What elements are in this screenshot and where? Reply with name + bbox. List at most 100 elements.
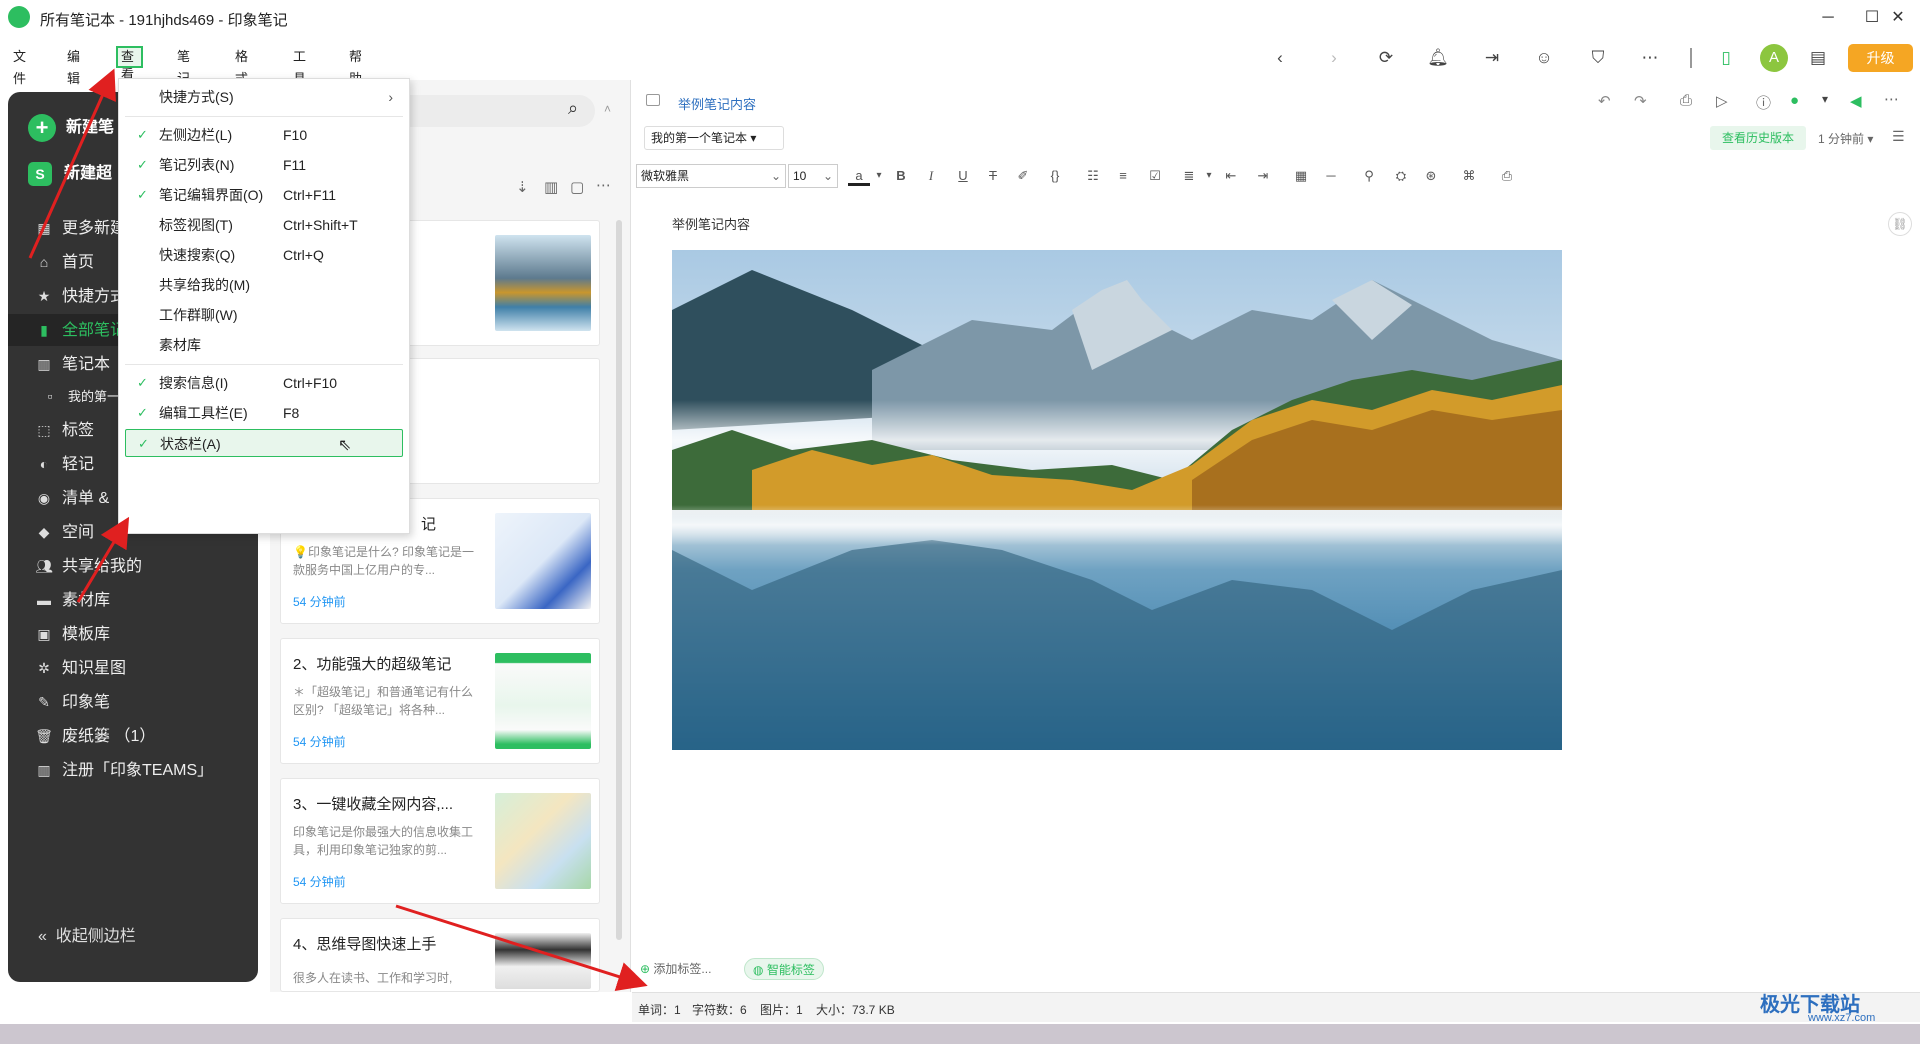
info-icon[interactable]: ⓘ (1756, 92, 1771, 113)
note-card[interactable]: 4、思维导图快速上手 很多人在读书、工作和学习时, (280, 918, 600, 992)
menu-item-note-list[interactable]: ✓ 笔记列表(N) F11 (125, 151, 403, 179)
sidebar-item-teams[interactable]: ▥ 注册「印象TEAMS」 (8, 754, 258, 786)
share-user-icon[interactable]: ● (1790, 92, 1799, 109)
lock-icon[interactable]: ▢ (570, 178, 584, 196)
history-button[interactable]: 查看历史版本 (1710, 126, 1806, 150)
note-card[interactable]: 2、功能强大的超级笔记 ＊「超级笔记」和普通笔记有什么区别? 「超级笔记」将各种… (280, 638, 600, 764)
caret-down-icon[interactable]: ▾ (1822, 92, 1828, 106)
font-family-select[interactable]: 微软雅黑 ⌄ (636, 164, 786, 188)
avatar[interactable]: A (1760, 44, 1788, 72)
menu-item-note-editor[interactable]: ✓ 笔记编辑界面(O) Ctrl+F11 (125, 181, 403, 209)
numbered-list-icon[interactable]: ≡ (1112, 164, 1134, 188)
sidebar-item-materials[interactable]: ▬ 素材库 (8, 584, 258, 616)
menu-tools[interactable]: 工具(T) (290, 46, 313, 108)
divider-line-icon[interactable]: ─ (1320, 164, 1342, 188)
bold-icon[interactable]: B (890, 164, 912, 188)
search-icon[interactable]: ⌕ (568, 98, 578, 119)
image-icon[interactable]: ⛭ (1390, 164, 1412, 188)
chevron-down-icon: ⌄ (822, 169, 833, 183)
attachment-icon[interactable]: ⚲ (1358, 164, 1380, 188)
sidebar-item-shared[interactable]: 👥︎ 共享给我的 (8, 550, 258, 582)
phone-icon[interactable]: ▯ (1712, 44, 1740, 72)
sort-icon[interactable]: ⇣ (516, 178, 529, 196)
strikethrough-icon[interactable]: T (982, 164, 1004, 188)
note-body-text[interactable]: 举例笔记内容 (672, 214, 750, 233)
emoji-icon[interactable]: ☺ (1530, 44, 1558, 72)
sidebar-item-pen[interactable]: ✎ 印象笔 (8, 686, 258, 718)
note-card[interactable]: 3、一键收藏全网内容,... 印象笔记是你最强大的信息收集工具，利用印象笔记独家… (280, 778, 600, 904)
menu-item-edit-toolbar[interactable]: ✓ 编辑工具栏(E) F8 (125, 399, 403, 427)
chat-icon[interactable]: ⋯ (1636, 44, 1664, 72)
font-size-value: 10 (793, 169, 807, 183)
caret-down-icon[interactable]: ▾ (868, 164, 890, 188)
align-icon[interactable]: ≣ (1178, 164, 1200, 188)
note-list-scrollbar[interactable] (616, 220, 622, 940)
sidebar-item-trash[interactable]: 🗑︎ 废纸篓 （1） (8, 720, 258, 752)
table-icon[interactable]: ▦ (1290, 164, 1312, 188)
highlight-icon[interactable]: ✐ (1012, 164, 1034, 188)
collapse-sidebar-button[interactable]: « 收起侧边栏 (38, 922, 136, 946)
outdent-icon[interactable]: ⇤ (1220, 164, 1242, 188)
menu-note[interactable]: 笔记(N) (174, 46, 198, 108)
add-tag-button[interactable]: ⊕ 添加标签... (640, 958, 711, 980)
undo-icon[interactable]: ↶ (1598, 92, 1611, 110)
checkbox-list-icon[interactable]: ☑ (1144, 164, 1166, 188)
italic-icon[interactable]: I (920, 164, 942, 188)
code-icon[interactable]: {} (1044, 164, 1066, 188)
close-button[interactable]: ✕ (1876, 4, 1920, 32)
modified-time[interactable]: 1 分钟前 ▾ (1818, 130, 1873, 147)
view-icon[interactable]: ▥ (544, 178, 558, 196)
menu-item-left-sidebar[interactable]: ✓ 左侧边栏(L) F10 (125, 121, 403, 149)
font-color-icon[interactable]: a (848, 164, 870, 186)
present-icon[interactable]: ▷ (1716, 92, 1728, 110)
smart-tag-button[interactable]: ◍ 智能标签 (744, 958, 824, 980)
indent-icon[interactable]: ⇥ (1252, 164, 1274, 188)
menu-item-status-bar[interactable]: ✓ 状态栏(A) ⇖ (125, 429, 403, 457)
menu-item-shortcuts[interactable]: 快捷方式(S) › (125, 83, 403, 111)
sidebar-item-knowledge-graph[interactable]: ✲ 知识星图 (8, 652, 258, 684)
notebook-selector[interactable]: 我的第一个笔记本 ▾ (644, 126, 784, 150)
menu-item-search-info[interactable]: ✓ 搜索信息(I) Ctrl+F10 (125, 369, 403, 397)
print-icon[interactable]: ⎙ (1680, 92, 1692, 109)
menu-item-label: 素材库 (159, 337, 201, 353)
more-icon[interactable]: ⋯ (596, 176, 611, 194)
sidebar-item-templates[interactable]: ▣ 模板库 (8, 618, 258, 650)
image-count: 图片：1 (760, 1003, 803, 1017)
note-image[interactable] (672, 250, 1562, 750)
link-side-icon[interactable]: ⛓ (1888, 212, 1912, 236)
menu-edit[interactable]: 编辑(E) (64, 46, 87, 108)
menu-file[interactable]: 文件(F) (10, 46, 33, 108)
menu-view[interactable]: 查看(V) (116, 46, 144, 100)
editor-more-icon[interactable]: ⋯ (1884, 90, 1899, 108)
share-icon[interactable]: ◀ (1850, 92, 1862, 110)
menu-item-shared-with-me[interactable]: 共享给我的(M) (125, 271, 403, 299)
encrypt-icon[interactable]: ⎙ (1496, 164, 1518, 188)
menu-item-tag-view[interactable]: 标签视图(T) Ctrl+Shift+T (125, 211, 403, 239)
minimize-button[interactable]: ─ (1806, 4, 1850, 32)
menu-format[interactable]: 格式(O) (232, 46, 257, 108)
font-size-select[interactable]: 10 ⌄ (788, 164, 838, 188)
link-icon[interactable]: ⊛ (1420, 164, 1442, 188)
book-icon[interactable]: ▤ (1804, 44, 1832, 72)
menu-item-quick-search[interactable]: 快速搜索(Q) Ctrl+Q (125, 241, 403, 269)
chevron-up-icon[interactable]: ˄ (604, 102, 611, 116)
sync-icon[interactable]: ⟳ (1372, 44, 1400, 72)
outline-icon[interactable]: ☰ (1892, 128, 1905, 145)
shield-icon[interactable]: ⛉ (1584, 44, 1612, 72)
forward-icon[interactable]: › (1320, 44, 1348, 72)
redo-icon[interactable]: ↷ (1634, 92, 1647, 110)
upgrade-button[interactable]: 升级 (1848, 44, 1913, 72)
command-icon[interactable]: ⌘ (1458, 164, 1480, 188)
menu-item-work-chat[interactable]: 工作群聊(W) (125, 301, 403, 329)
export-icon[interactable]: ⇥ (1478, 44, 1506, 72)
back-icon[interactable]: ‹ (1266, 44, 1294, 72)
check-icon: ✓ (137, 405, 148, 420)
bell-icon[interactable]: 🔔︎ (1424, 44, 1452, 72)
underline-icon[interactable]: U (952, 164, 974, 188)
caret-down-icon[interactable]: ▾ (1198, 164, 1220, 188)
menu-help[interactable]: 帮助(H) (346, 46, 370, 108)
breadcrumb[interactable]: 举例笔记内容 (678, 94, 756, 113)
menu-item-materials[interactable]: 素材库 (125, 331, 403, 359)
feather-icon: ◐ (39, 456, 49, 472)
bullet-list-icon[interactable]: ☷ (1082, 164, 1104, 188)
